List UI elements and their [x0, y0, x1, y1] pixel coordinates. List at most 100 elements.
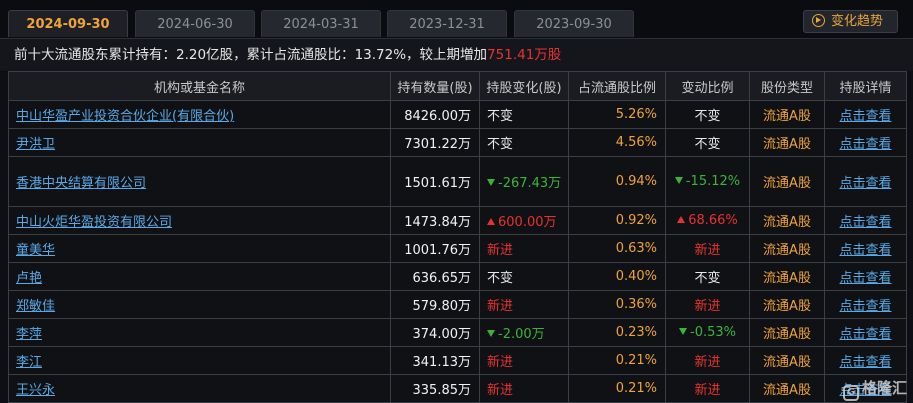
- view-detail-link[interactable]: 点击查看: [824, 156, 907, 207]
- holder-qty: 579.80万: [390, 290, 480, 319]
- holder-change: 不变: [479, 262, 569, 291]
- holder-qty: 1001.76万: [390, 234, 480, 263]
- holder-share-type: 流通A股: [749, 346, 825, 375]
- holder-name-link[interactable]: 香港中央结算有限公司: [16, 176, 146, 191]
- holder-change: 新进: [479, 374, 569, 403]
- holder-ratio: 0.21%: [568, 346, 666, 375]
- watermark-logo: G 格隆汇: [842, 377, 907, 401]
- holder-ratio: 4.56%: [568, 128, 666, 157]
- tab-2024-09-30[interactable]: 2024-09-30: [8, 10, 128, 37]
- shareholders-table: 机构或基金名称 持有数量(股) 持股变化(股) 占流通股比例 变动比例 股份类型…: [8, 71, 907, 403]
- holder-qty: 8426.00万: [390, 100, 480, 129]
- arrow-down-icon: [674, 176, 683, 184]
- holder-change: 600.00万: [498, 215, 557, 230]
- holder-name-link[interactable]: 中山火炬华盈投资有限公司: [16, 215, 172, 230]
- holder-name-link[interactable]: 郑敏佳: [16, 299, 55, 314]
- holder-change-ratio: 68.66%: [688, 213, 738, 228]
- summary-ratio: 13.72%: [354, 47, 407, 63]
- holder-change-ratio: -15.12%: [685, 173, 741, 189]
- holder-change: -267.43万: [498, 176, 562, 191]
- view-detail-link[interactable]: 点击查看: [824, 206, 907, 235]
- holder-qty: 374.00万: [390, 318, 480, 347]
- holder-name-link[interactable]: 中山华盈产业投资合伙企业(有限合伙): [16, 109, 234, 124]
- holder-name-link[interactable]: 李萍: [16, 327, 42, 342]
- table-header-row: 机构或基金名称 持有数量(股) 持股变化(股) 占流通股比例 变动比例 股份类型…: [8, 71, 907, 101]
- table-row: 李萍 374.00万 -2.00万 0.23% -0.53% 流通A股 点击查看: [8, 318, 907, 347]
- holder-qty: 341.13万: [390, 346, 480, 375]
- holder-change-ratio: 不变: [665, 262, 750, 291]
- header-type: 股份类型: [749, 71, 825, 101]
- holder-qty: 335.85万: [390, 374, 480, 403]
- tab-2024-03-31[interactable]: 2024-03-31: [261, 10, 381, 37]
- table-row: 王兴永 335.85万 新进 0.21% 新进 流通A股 点击查看: [8, 374, 907, 403]
- table-row: 中山火炬华盈投资有限公司 1473.84万 600.00万 0.92% 68.6…: [8, 206, 907, 235]
- holder-ratio: 0.92%: [568, 206, 666, 235]
- trend-button-label: 变化趋势: [831, 14, 884, 29]
- header-change-ratio: 变动比例: [665, 71, 750, 101]
- holder-change-ratio: 新进: [665, 290, 750, 319]
- table-row: 香港中央结算有限公司 1501.61万 -267.43万 0.94% -15.1…: [8, 156, 907, 207]
- holder-share-type: 流通A股: [749, 128, 825, 157]
- holder-name-link[interactable]: 李江: [16, 355, 42, 370]
- summary-line: 前十大流通股东累计持有：2.20亿股，累计占流通股比：13.72%，较上期増加7…: [0, 38, 913, 71]
- arrow-down-icon: [487, 330, 495, 337]
- holder-share-type: 流通A股: [749, 318, 825, 347]
- holder-change: 新进: [479, 346, 569, 375]
- play-circle-icon: [812, 14, 825, 27]
- holder-share-type: 流通A股: [749, 262, 825, 291]
- trend-button[interactable]: 变化趋势: [803, 10, 898, 33]
- holder-change-ratio: 新进: [665, 374, 750, 403]
- holder-qty: 1473.84万: [390, 206, 480, 235]
- arrow-down-icon: [679, 328, 687, 335]
- holder-change: 不变: [479, 128, 569, 157]
- holder-change: 新进: [479, 290, 569, 319]
- holder-ratio: 0.23%: [568, 318, 666, 347]
- header-qty: 持有数量(股): [390, 71, 480, 101]
- table-row: 尹洪卫 7301.22万 不变 4.56% 不变 流通A股 点击查看: [8, 128, 907, 157]
- holder-ratio: 0.21%: [568, 374, 666, 403]
- view-detail-link[interactable]: 点击查看: [824, 128, 907, 157]
- holder-ratio: 0.36%: [568, 290, 666, 319]
- holder-share-type: 流通A股: [749, 290, 825, 319]
- holder-change-ratio: -0.53%: [690, 325, 736, 340]
- tab-2023-09-30[interactable]: 2023-09-30: [514, 10, 634, 37]
- header-name: 机构或基金名称: [8, 71, 391, 101]
- view-detail-link[interactable]: 点击查看: [824, 100, 907, 129]
- holder-change-ratio: 不变: [665, 100, 750, 129]
- holder-change: -2.00万: [498, 327, 545, 342]
- summary-change: 751.41万股: [487, 47, 562, 63]
- arrow-down-icon: [487, 179, 495, 186]
- header-change: 持股变化(股): [479, 71, 569, 101]
- holder-ratio: 5.26%: [568, 100, 666, 129]
- holder-change-ratio: 新进: [665, 346, 750, 375]
- holder-change-ratio: 新进: [665, 234, 750, 263]
- watermark-text: 格隆汇: [861, 379, 907, 397]
- header-detail: 持股详情: [824, 71, 907, 101]
- logo-icon: G: [842, 385, 859, 401]
- tab-2024-06-30[interactable]: 2024-06-30: [135, 10, 255, 37]
- view-detail-link[interactable]: 点击查看: [824, 262, 907, 291]
- holder-change: 不变: [479, 100, 569, 129]
- holder-name-link[interactable]: 王兴永: [16, 383, 55, 398]
- period-tab-bar: 2024-09-30 2024-06-30 2024-03-31 2023-12…: [0, 0, 913, 38]
- table-row: 中山华盈产业投资合伙企业(有限合伙) 8426.00万 不变 5.26% 不变 …: [8, 100, 907, 129]
- holder-name-link[interactable]: 童美华: [16, 243, 55, 258]
- holder-qty: 1501.61万: [390, 156, 480, 207]
- summary-ratio-prefix: ，累计占流通股比：: [233, 47, 355, 63]
- table-row: 卢艳 636.65万 不变 0.40% 不变 流通A股 点击查看: [8, 262, 907, 291]
- view-detail-link[interactable]: 点击查看: [824, 290, 907, 319]
- holder-qty: 636.65万: [390, 262, 480, 291]
- summary-total: 2.20亿股: [176, 47, 234, 63]
- holder-share-type: 流通A股: [749, 156, 825, 207]
- holder-share-type: 流通A股: [749, 206, 825, 235]
- tab-2023-12-31[interactable]: 2023-12-31: [387, 10, 507, 37]
- summary-prefix: 前十大流通股东累计持有：: [14, 47, 176, 63]
- view-detail-link[interactable]: 点击查看: [824, 346, 907, 375]
- holder-share-type: 流通A股: [749, 234, 825, 263]
- view-detail-link[interactable]: 点击查看: [824, 318, 907, 347]
- holder-name-link[interactable]: 尹洪卫: [16, 137, 55, 152]
- holder-name-link[interactable]: 卢艳: [16, 271, 42, 286]
- summary-change-prefix: ，较上期増加: [406, 47, 488, 63]
- table-row: 李江 341.13万 新进 0.21% 新进 流通A股 点击查看: [8, 346, 907, 375]
- view-detail-link[interactable]: 点击查看: [824, 234, 907, 263]
